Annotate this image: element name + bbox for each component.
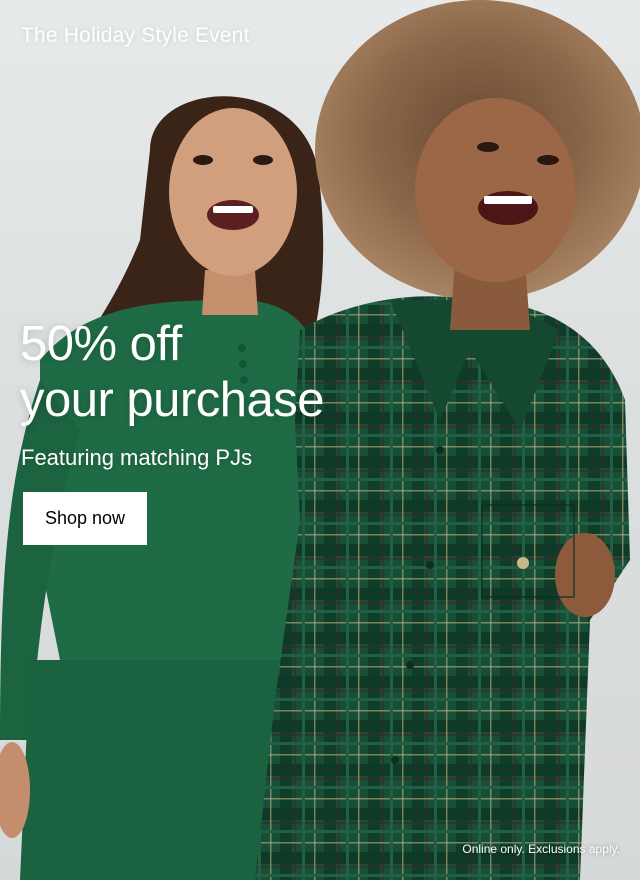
- promo-headline: 50% off your purchase: [20, 316, 325, 428]
- headline-line-1: 50% off: [20, 317, 182, 371]
- headline-line-2: your purchase: [20, 373, 325, 427]
- disclaimer-text: Online only. Exclusions apply.: [462, 842, 620, 856]
- holiday-promo-banner[interactable]: The Holiday Style Event 50% off your pur…: [0, 0, 640, 880]
- shop-now-button[interactable]: Shop now: [23, 492, 147, 545]
- event-title: The Holiday Style Event: [21, 24, 250, 47]
- promo-subhead: Featuring matching PJs: [21, 445, 253, 470]
- hero-photo: [0, 0, 640, 880]
